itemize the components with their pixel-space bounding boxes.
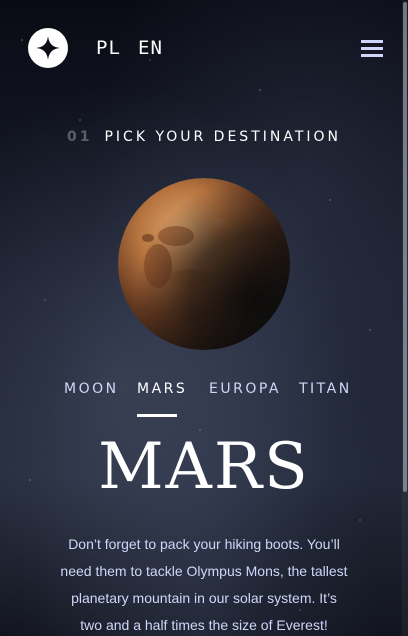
menu-line (361, 54, 383, 57)
star-logo-icon (36, 36, 60, 60)
menu-line (361, 47, 383, 50)
tab-titan[interactable]: TITAN (299, 381, 352, 417)
planet-graphic (118, 178, 290, 350)
destination-title: MARS (98, 430, 310, 504)
tab-moon[interactable]: MOON (64, 381, 119, 417)
menu-line (361, 40, 383, 43)
logo-button[interactable] (28, 28, 68, 68)
mars-planet-image (118, 178, 290, 350)
destination-tabs: MOON MARS EUROPA TITAN (0, 381, 408, 421)
page-heading: 01 PICK YOUR DESTINATION (0, 129, 408, 145)
scrollbar-thumb[interactable] (403, 2, 407, 492)
heading-text: PICK YOUR DESTINATION (104, 129, 342, 145)
destination-description: Don’t forget to pack your hiking boots. … (60, 536, 348, 633)
language-en-link[interactable]: EN (138, 37, 163, 59)
hamburger-menu-icon[interactable] (361, 40, 383, 58)
tab-europa[interactable]: EUROPA (209, 381, 281, 417)
language-pl-link[interactable]: PL (96, 37, 121, 59)
heading-number: 01 (66, 129, 93, 145)
tab-mars[interactable]: MARS (137, 381, 187, 417)
page-scrollbar[interactable] (402, 0, 408, 636)
